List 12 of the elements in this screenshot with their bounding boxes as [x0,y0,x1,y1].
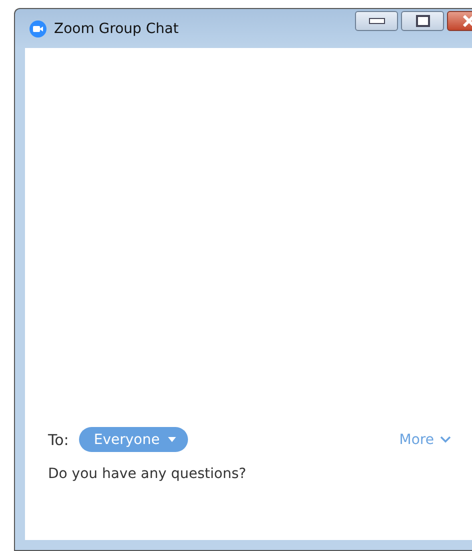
close-icon [462,15,472,27]
window-title: Zoom Group Chat [54,20,180,36]
caret-icon [168,437,176,442]
chevron-down-icon [440,436,451,443]
more-button[interactable]: More [399,432,451,448]
minimize-button[interactable] [355,11,398,31]
recipient-dropdown[interactable]: Everyone [78,427,188,452]
app-logo-icon [29,20,47,38]
maximize-icon [416,15,430,27]
recipient-label: To: [48,430,69,448]
minimize-icon [368,18,384,24]
maximize-button[interactable] [401,11,444,31]
